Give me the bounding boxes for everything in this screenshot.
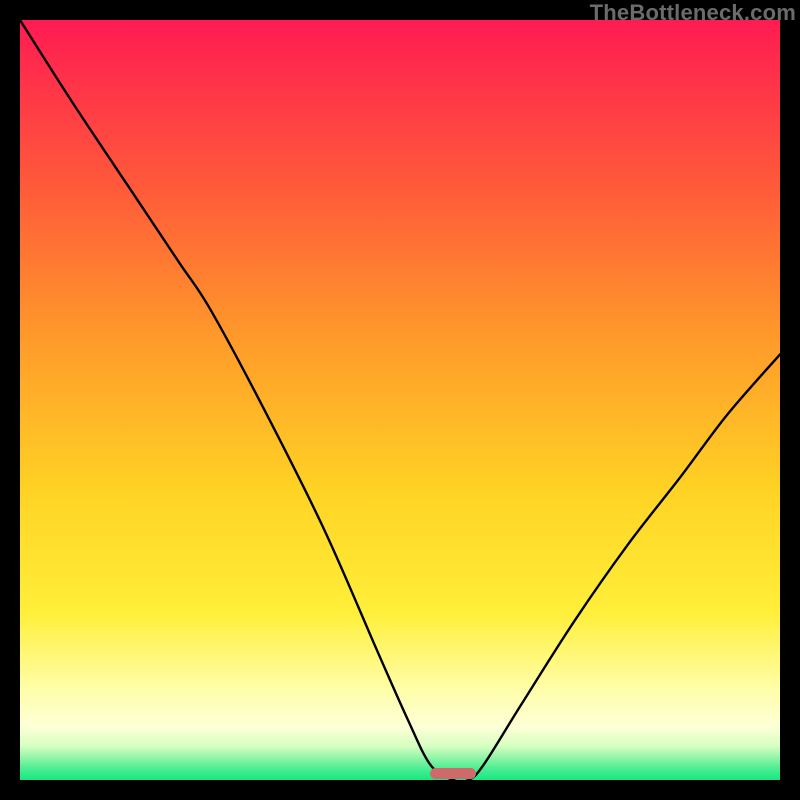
bottleneck-curve	[20, 20, 780, 780]
chart-frame: TheBottleneck.com	[0, 0, 800, 800]
optimal-marker	[430, 768, 476, 779]
watermark-text: TheBottleneck.com	[590, 0, 796, 26]
plot-area	[20, 20, 780, 780]
